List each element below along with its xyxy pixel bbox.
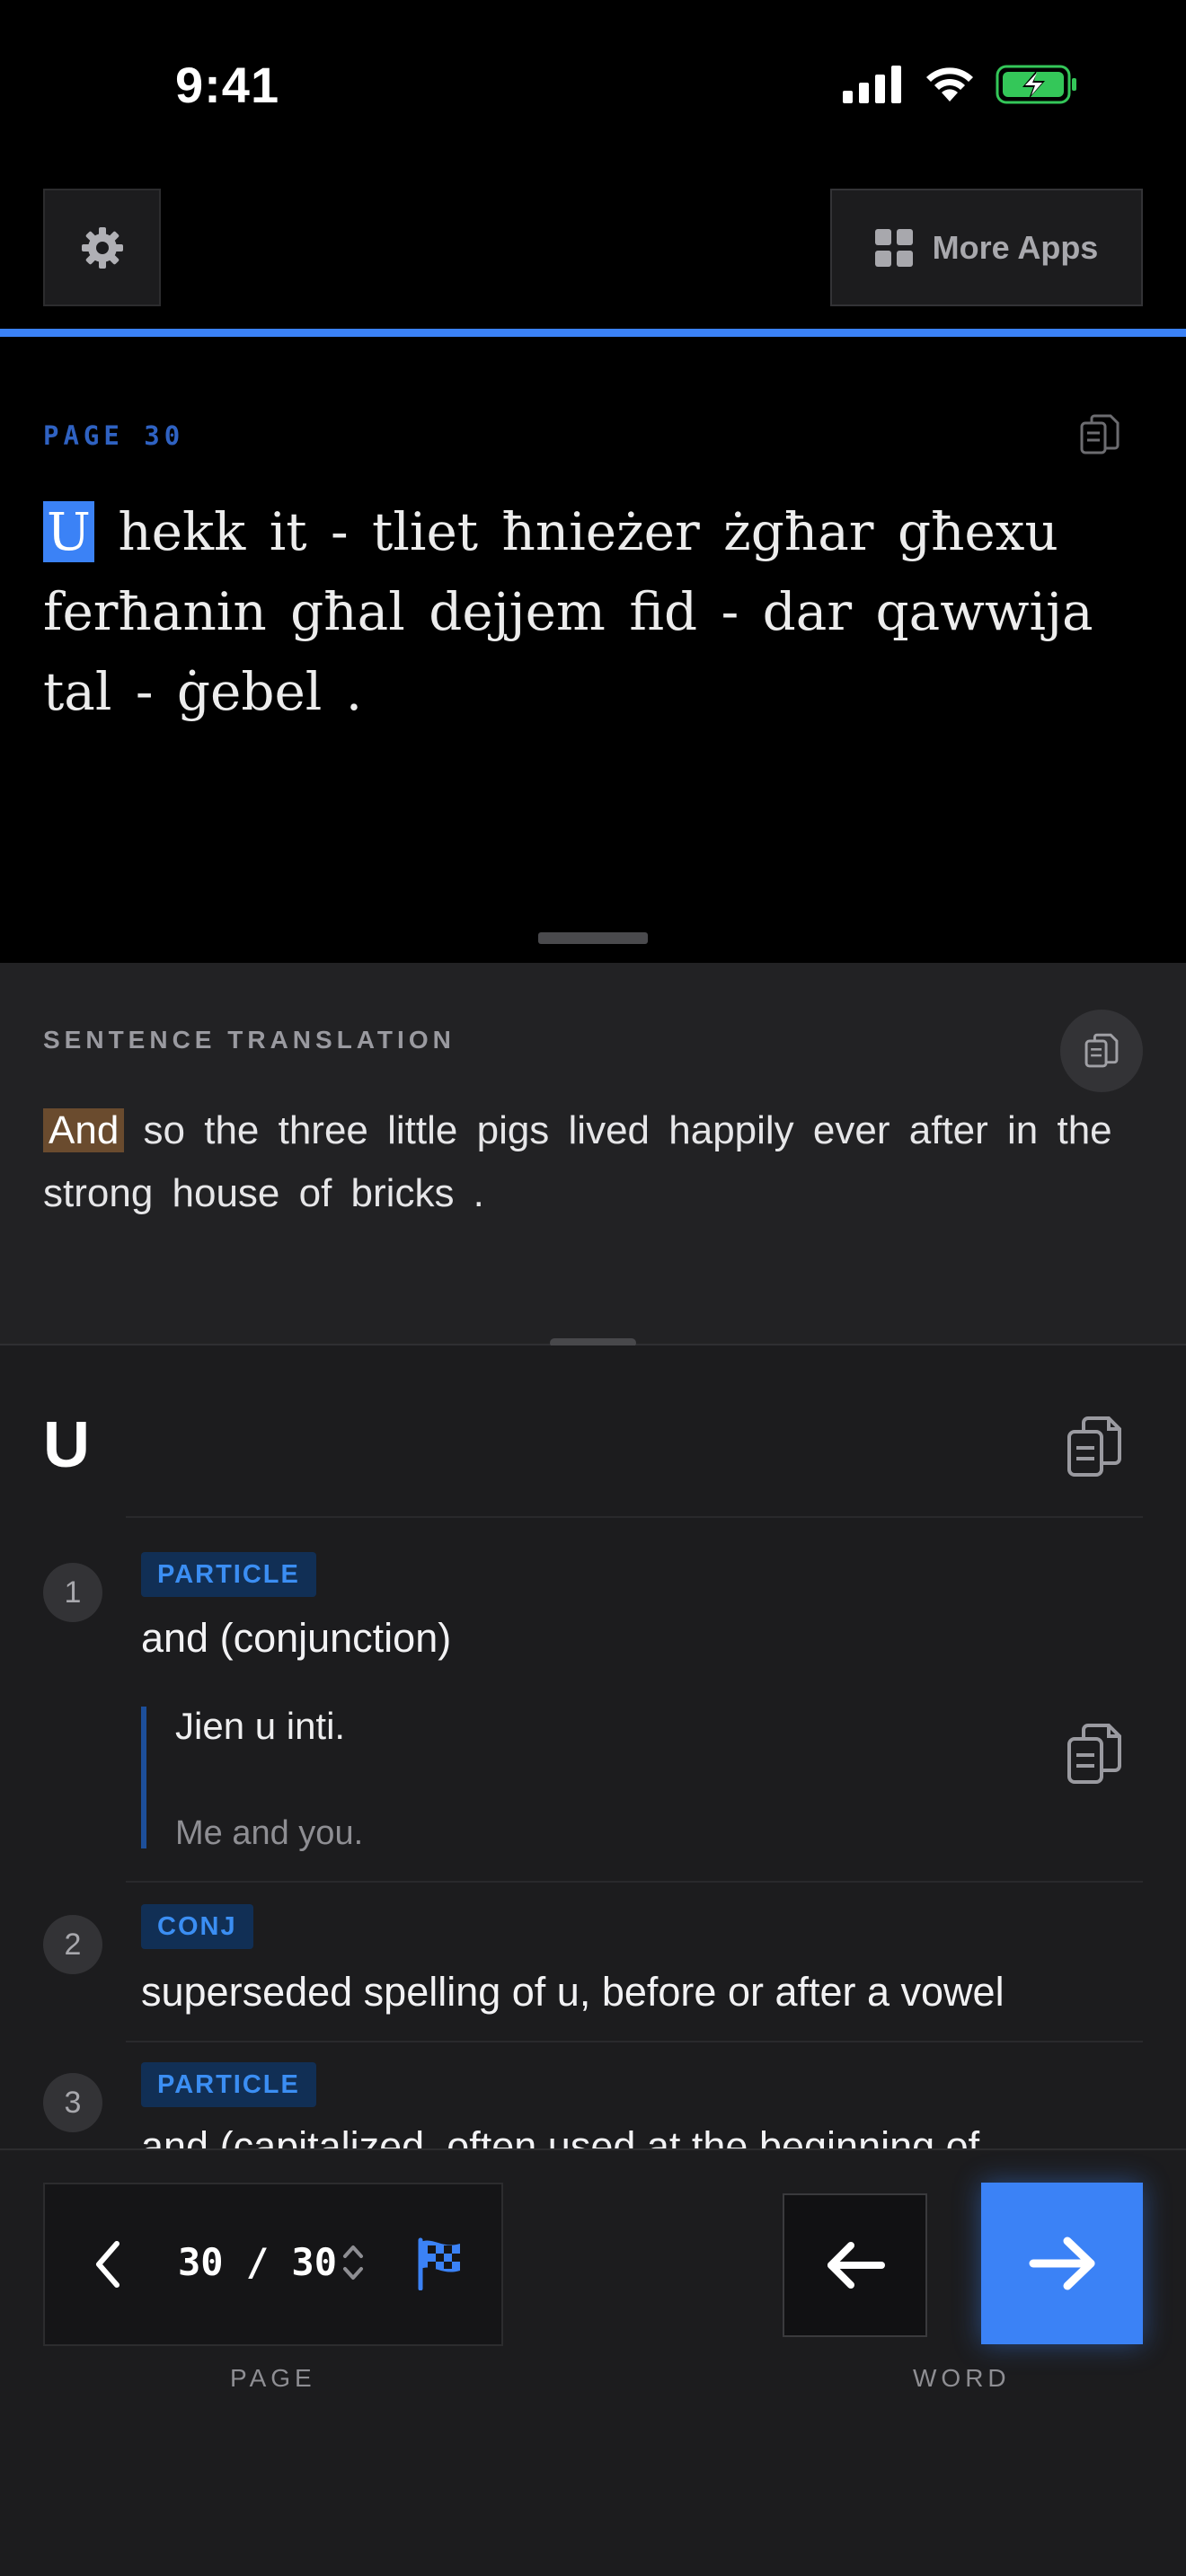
wifi-icon bbox=[926, 67, 973, 101]
more-apps-label: More Apps bbox=[932, 228, 1099, 266]
status-bar: 9:41 bbox=[0, 0, 1186, 171]
grid-icon bbox=[874, 228, 913, 267]
reader-resize-handle[interactable] bbox=[538, 932, 648, 944]
selected-word[interactable]: U bbox=[43, 501, 94, 562]
copy-translation-button[interactable] bbox=[1060, 1010, 1143, 1092]
sense-number: 1 bbox=[43, 1563, 102, 1622]
status-icons bbox=[843, 65, 1078, 104]
page-caption: PAGE bbox=[230, 2364, 316, 2392]
sense-definition: and (capitalized, often used at the begi… bbox=[141, 2123, 980, 2148]
settings-button[interactable] bbox=[43, 189, 161, 306]
sense-number: 2 bbox=[43, 1915, 102, 1974]
gear-icon bbox=[81, 226, 123, 269]
dictionary-separator bbox=[126, 1881, 1143, 1883]
sense-definition: superseded spelling of u, before or afte… bbox=[141, 1969, 1005, 2015]
part-of-speech-badge: PARTICLE bbox=[141, 1552, 316, 1597]
dictionary-panel: U 1 PARTICLE and (conjunction) Jien u in… bbox=[0, 1345, 1186, 2148]
sense-number: 3 bbox=[43, 2073, 102, 2132]
previous-word-button[interactable] bbox=[783, 2193, 927, 2337]
battery-charging-icon bbox=[996, 65, 1076, 104]
word-caption: WORD bbox=[913, 2364, 1011, 2392]
checkered-flag-icon bbox=[418, 2237, 460, 2291]
part-of-speech-badge: CONJ bbox=[141, 1904, 253, 1949]
translation-highlighted-word: And bbox=[43, 1108, 125, 1152]
arrow-right-icon bbox=[1029, 2236, 1095, 2290]
reading-progress-bar bbox=[0, 329, 1186, 337]
copy-icon bbox=[1084, 1033, 1119, 1068]
copy-example-icon[interactable] bbox=[1066, 1721, 1125, 1790]
arrow-left-icon bbox=[827, 2242, 885, 2289]
example-quote-bar bbox=[141, 1707, 146, 1848]
sense-definition: and (conjunction) bbox=[141, 1615, 452, 1661]
page-control: 30 / 30 bbox=[43, 2183, 503, 2346]
copy-page-icon[interactable] bbox=[1076, 411, 1123, 463]
copy-headword-icon[interactable] bbox=[1066, 1414, 1125, 1483]
translation-title: SENTENCE TRANSLATION bbox=[43, 1026, 456, 1054]
part-of-speech-badge: PARTICLE bbox=[141, 2062, 316, 2107]
translation-text: And so the three little pigs lived happi… bbox=[43, 1099, 1148, 1225]
more-apps-button[interactable]: More Apps bbox=[830, 189, 1143, 306]
finish-flag-button[interactable] bbox=[415, 2236, 465, 2295]
previous-page-button[interactable] bbox=[90, 2236, 126, 2297]
chevron-up-down-icon bbox=[343, 2245, 363, 2280]
page-sentence[interactable]: U hekk it - tliet ħnieżer żgħar għexu fe… bbox=[43, 492, 1121, 732]
example-translation: Me and you. bbox=[175, 1814, 364, 1852]
sentence-rest[interactable]: hekk it - tliet ħnieżer żgħar għexu ferħ… bbox=[43, 501, 1093, 722]
page-counter[interactable]: 30 / 30 bbox=[178, 2240, 337, 2284]
status-time: 9:41 bbox=[175, 57, 280, 113]
chevron-left-icon bbox=[96, 2241, 119, 2288]
translation-rest: so the three little pigs lived happily e… bbox=[43, 1108, 1112, 1215]
page-stepper[interactable] bbox=[340, 2240, 367, 2289]
page-label: PAGE 30 bbox=[43, 420, 185, 451]
translation-panel: SENTENCE TRANSLATION And so the three li… bbox=[0, 963, 1186, 1344]
next-word-button[interactable] bbox=[981, 2183, 1143, 2344]
example-sentence: Jien u inti. bbox=[175, 1705, 346, 1747]
dictionary-headword: U bbox=[43, 1409, 90, 1481]
dictionary-separator bbox=[126, 1516, 1143, 1518]
cellular-signal-icon bbox=[843, 66, 901, 103]
bottom-navigation: 30 / 30 PAGE WORD bbox=[0, 2148, 1186, 2576]
reader-area: 9:41 More Apps PAGE 30 U hekk it - tliet… bbox=[0, 0, 1186, 963]
dictionary-separator bbox=[126, 2041, 1143, 2042]
